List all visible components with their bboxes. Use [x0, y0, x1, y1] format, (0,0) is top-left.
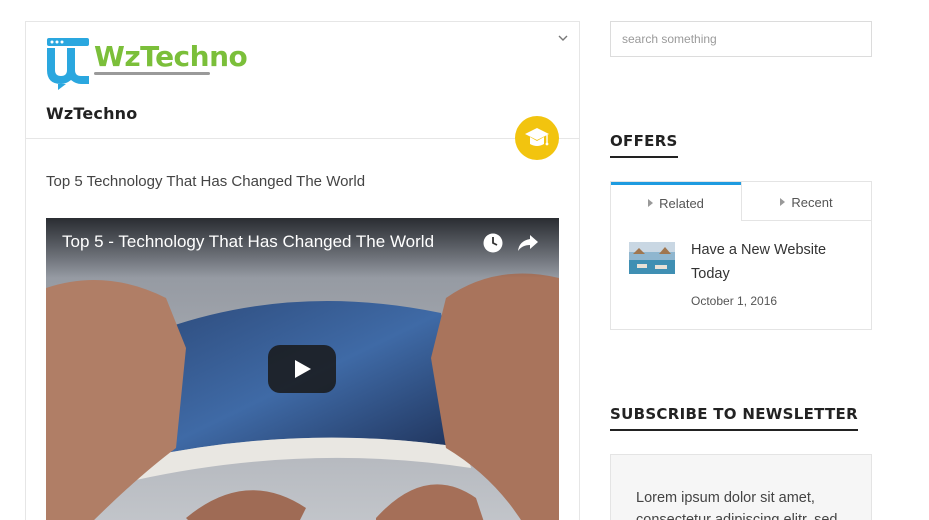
play-icon: [295, 360, 311, 378]
site-logo[interactable]: WzTechno: [46, 36, 248, 90]
play-button[interactable]: [268, 345, 336, 393]
chevron-down-icon[interactable]: [557, 32, 569, 44]
logo-mark-icon: [47, 38, 89, 90]
clock-icon[interactable]: [482, 232, 504, 254]
related-item-date: October 1, 2016: [691, 294, 778, 308]
search-input[interactable]: [610, 21, 872, 57]
caret-right-icon: [648, 199, 654, 207]
post-title[interactable]: Top 5 Technology That Has Changed The Wo…: [46, 173, 365, 190]
caret-right-icon: [780, 198, 786, 206]
newsletter-text: Lorem ipsum dolor sit amet, consectetur …: [636, 490, 838, 520]
video-player[interactable]: Top 5 - Technology That Has Changed The …: [46, 218, 559, 520]
tab-recent-label: Recent: [791, 194, 833, 210]
graduation-cap-icon: [515, 116, 559, 160]
newsletter-heading: SUBSCRIBE TO NEWSLETTER: [610, 405, 858, 431]
offers-tabs: Related Recent Have a New Website Today …: [610, 181, 872, 330]
related-item-thumbnail[interactable]: [629, 242, 675, 274]
newsletter-box: Lorem ipsum dolor sit amet, consectetur …: [610, 454, 872, 520]
site-name[interactable]: WzTechno: [46, 104, 137, 123]
related-item-title[interactable]: Have a New Website Today: [691, 238, 861, 286]
offers-heading: OFFERS: [610, 132, 678, 158]
tab-related-label: Related: [659, 195, 704, 211]
logo-text: WzTechno: [94, 40, 248, 73]
post-card: WzTechno WzTechno Top 5 Technology That …: [25, 21, 580, 520]
post-header: WzTechno WzTechno: [26, 22, 579, 139]
tab-recent[interactable]: Recent: [741, 182, 871, 221]
tab-related[interactable]: Related: [611, 182, 741, 221]
video-title[interactable]: Top 5 - Technology That Has Changed The …: [62, 232, 434, 252]
logo-underline: [94, 72, 210, 75]
share-icon[interactable]: [516, 232, 540, 254]
